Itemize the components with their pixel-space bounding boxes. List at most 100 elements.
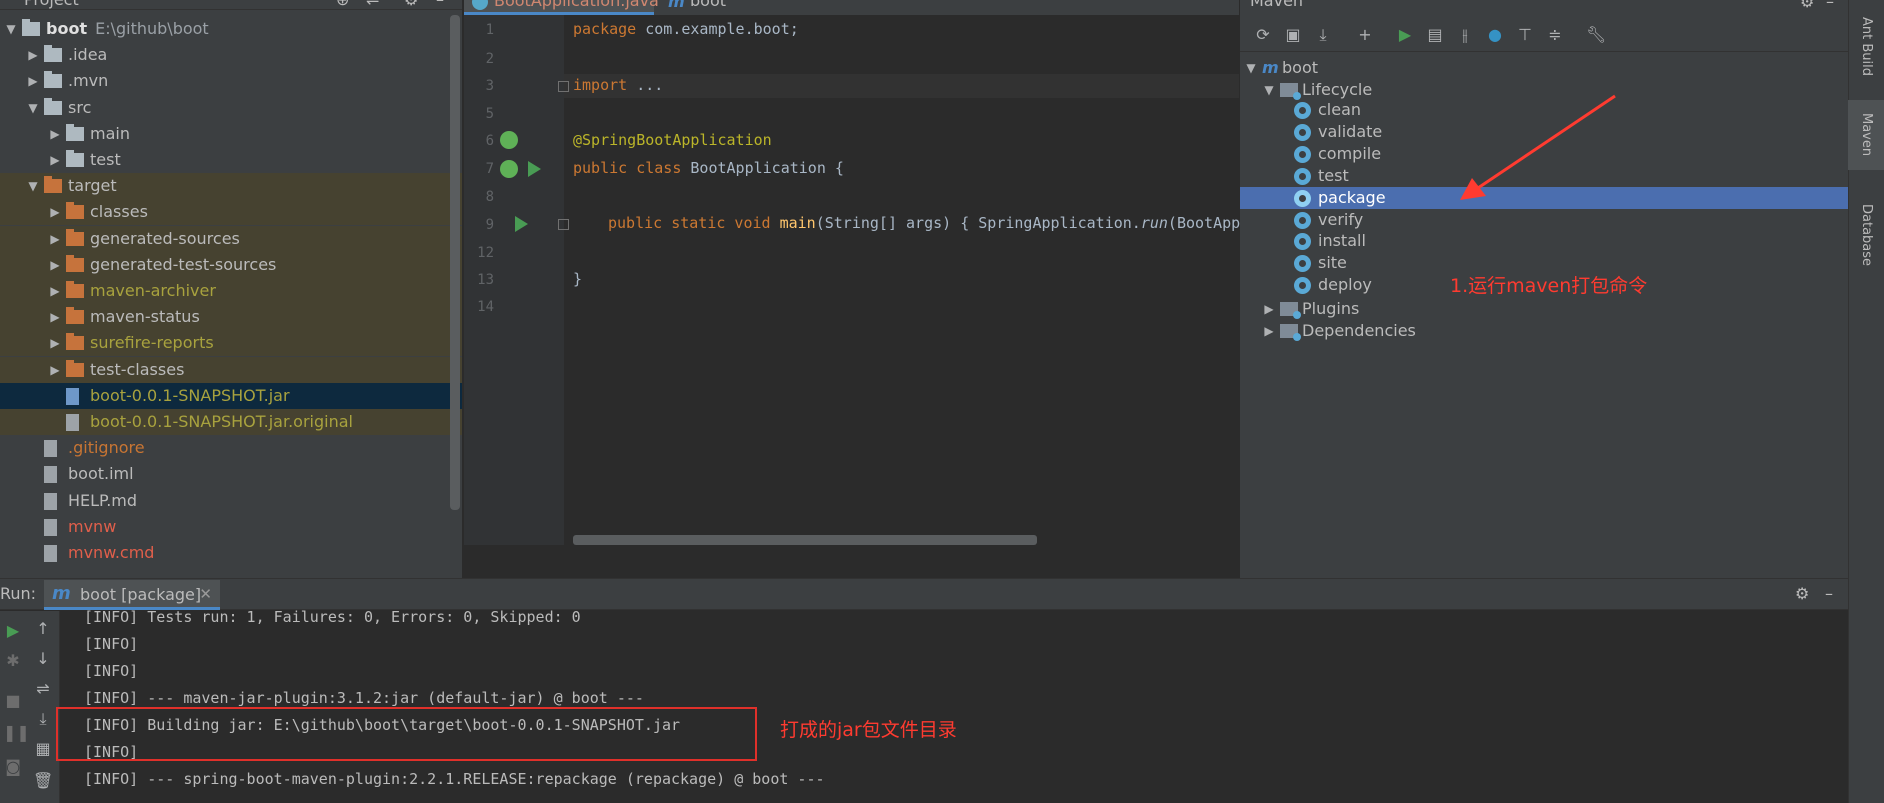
tree-item[interactable]: HELP.md xyxy=(0,488,462,514)
tree-item-label: boot-0.0.1-SNAPSHOT.jar xyxy=(90,385,290,405)
print-icon[interactable]: ▦ xyxy=(33,739,53,758)
annotation-arrow-line xyxy=(1471,94,1616,194)
download-icon[interactable]: ⤓ xyxy=(1314,26,1332,44)
lifecycle-phase-install[interactable]: install xyxy=(1240,230,1848,252)
collapse-arrow-icon[interactable]: ▶ xyxy=(48,330,62,356)
expand-arrow-icon[interactable]: ▼ xyxy=(26,95,40,121)
generate-sources-icon[interactable]: ▣ xyxy=(1284,26,1302,44)
scroll-up-icon[interactable]: ↑ xyxy=(33,619,53,638)
collapse-arrow-icon[interactable]: ▶ xyxy=(48,278,62,304)
console-line: [INFO] --- maven-jar-plugin:3.1.2:jar (d… xyxy=(84,689,644,707)
run-main-gutter-icon[interactable] xyxy=(515,216,528,232)
run-hide-icon[interactable]: – xyxy=(1825,584,1833,603)
tree-item[interactable]: boot-0.0.1-SNAPSHOT.jar.original xyxy=(0,409,462,435)
tab-bootapplication[interactable]: BootApplication.java xyxy=(464,0,659,15)
maven-side-tab[interactable]: Maven xyxy=(1848,100,1884,170)
line-number: 13 xyxy=(477,272,494,288)
collapse-all-icon[interactable]: ≑ xyxy=(1546,26,1564,44)
spring-boot-icon[interactable] xyxy=(500,160,518,178)
collapse-arrow-icon[interactable]: ▶ xyxy=(48,226,62,252)
tree-item[interactable]: ▶ maven-status xyxy=(0,304,462,331)
tree-item[interactable]: ▶ main xyxy=(0,121,462,147)
expand-arrow-icon[interactable]: ▼ xyxy=(26,173,40,199)
stop-icon[interactable]: ■ xyxy=(3,691,23,710)
camera-icon[interactable]: ◙ xyxy=(3,757,23,776)
rerun-icon[interactable]: ▶ xyxy=(3,621,23,640)
tree-item[interactable]: mvnw xyxy=(0,514,462,540)
run-gutter-icon[interactable] xyxy=(528,161,541,177)
expand-arrow-icon[interactable]: ▼ xyxy=(4,16,18,42)
collapse-arrow-icon[interactable]: ▶ xyxy=(48,121,62,147)
hide-icon[interactable]: – xyxy=(436,0,444,9)
settings-icon[interactable]: ⚙ xyxy=(404,0,418,9)
run-tab-boot-package[interactable]: m boot [package] ✕ xyxy=(44,580,220,610)
tree-root[interactable]: ▼ boot E:\github\boot xyxy=(0,16,462,42)
collapse-arrow-icon[interactable]: ▶ xyxy=(26,68,40,94)
collapse-arrow-icon[interactable]: ▶ xyxy=(1262,318,1276,344)
tree-item[interactable]: boot-0.0.1-SNAPSHOT.jar xyxy=(0,382,462,409)
collapse-icon[interactable]: ⇌ xyxy=(366,0,379,9)
run-settings-icon[interactable]: ⚙ xyxy=(1795,584,1809,603)
tree-item[interactable]: ▶ test xyxy=(0,147,462,173)
tree-item[interactable]: ▶ generated-sources xyxy=(0,225,462,252)
tree-item[interactable]: ▶ .mvn xyxy=(0,68,462,94)
maven-settings-wrench-icon[interactable]: 🔧︎ xyxy=(1586,26,1606,44)
tree-item[interactable]: ▶ .idea xyxy=(0,42,462,68)
execute-goal-icon[interactable]: ▤ xyxy=(1426,26,1444,44)
fold-icon[interactable] xyxy=(558,81,569,92)
tree-item[interactable]: ▶ test-classes xyxy=(0,356,462,383)
editor-hscrollbar[interactable] xyxy=(573,535,1037,545)
tree-item[interactable]: .gitignore xyxy=(0,435,462,461)
maven-dependencies[interactable]: ▶ Dependencies xyxy=(1240,318,1848,344)
annotation-arrow xyxy=(1460,94,1616,200)
skip-tests-icon[interactable]: ● xyxy=(1486,26,1504,44)
project-scrollbar[interactable] xyxy=(450,15,460,510)
collapse-arrow-icon[interactable]: ▶ xyxy=(26,42,40,68)
run-icon[interactable]: ▶ xyxy=(1396,26,1414,44)
clear-icon[interactable]: 🗑︎ xyxy=(33,771,53,790)
line-number: 1 xyxy=(485,22,494,38)
ant-build-tab[interactable]: Ant Build xyxy=(1848,6,1884,86)
console-line: [INFO] xyxy=(84,662,139,680)
tree-item[interactable]: ▶ generated-test-sources xyxy=(0,251,462,278)
spring-bean-icon[interactable] xyxy=(500,131,518,149)
collapse-arrow-icon[interactable]: ▶ xyxy=(48,304,62,330)
toggle-offline-icon[interactable]: ⫲ xyxy=(1456,26,1474,44)
collapse-arrow-icon[interactable]: ▶ xyxy=(48,357,62,383)
tree-item[interactable]: ▶ surefire-reports xyxy=(0,330,462,357)
tree-item[interactable]: ▶ classes xyxy=(0,199,462,226)
pause-icon[interactable]: ❚❚ xyxy=(3,723,30,742)
tree-item[interactable]: ▼ src xyxy=(0,95,462,121)
soft-wrap-icon[interactable]: ⇌ xyxy=(33,679,53,698)
java-class-icon xyxy=(472,0,488,10)
tree-item[interactable]: mvnw.cmd xyxy=(0,540,462,566)
maven-icon: m xyxy=(52,583,71,604)
project-title[interactable]: Project xyxy=(24,0,79,9)
locate-icon[interactable]: ⊕ xyxy=(336,0,349,9)
debug-icon[interactable]: ✱ xyxy=(3,651,23,670)
maven-hide-icon[interactable]: – xyxy=(1826,0,1834,11)
tree-item[interactable]: boot.iml xyxy=(0,461,462,487)
file-icon xyxy=(44,492,57,510)
collapse-arrow-icon[interactable]: ▶ xyxy=(48,252,62,278)
line-number: 12 xyxy=(477,245,494,261)
tab-boot-pom[interactable]: m boot xyxy=(660,0,760,15)
close-icon[interactable]: ✕ xyxy=(199,585,212,603)
fold-icon[interactable] xyxy=(558,219,569,230)
tree-item-label: test xyxy=(90,150,121,169)
show-dependencies-icon[interactable]: ⊤ xyxy=(1516,26,1534,44)
maven-settings-icon[interactable]: ⚙ xyxy=(1800,0,1814,11)
phase-label: clean xyxy=(1318,100,1362,119)
tree-item[interactable]: ▼ target xyxy=(0,173,462,200)
collapse-arrow-icon[interactable]: ▶ xyxy=(48,199,62,225)
tree-item[interactable]: ▶ maven-archiver xyxy=(0,278,462,304)
collapse-arrow-icon[interactable]: ▶ xyxy=(48,147,62,173)
add-icon[interactable]: + xyxy=(1356,26,1374,44)
database-side-tab[interactable]: Database xyxy=(1848,190,1884,280)
scroll-to-end-icon[interactable]: ⤓ xyxy=(33,709,53,729)
reload-icon[interactable]: ⟳ xyxy=(1254,26,1272,44)
lifecycle-phase-verify[interactable]: verify xyxy=(1240,209,1848,231)
line-number: 7 xyxy=(485,161,494,177)
excluded-folder-icon xyxy=(66,281,84,298)
scroll-down-icon[interactable]: ↓ xyxy=(33,649,53,668)
